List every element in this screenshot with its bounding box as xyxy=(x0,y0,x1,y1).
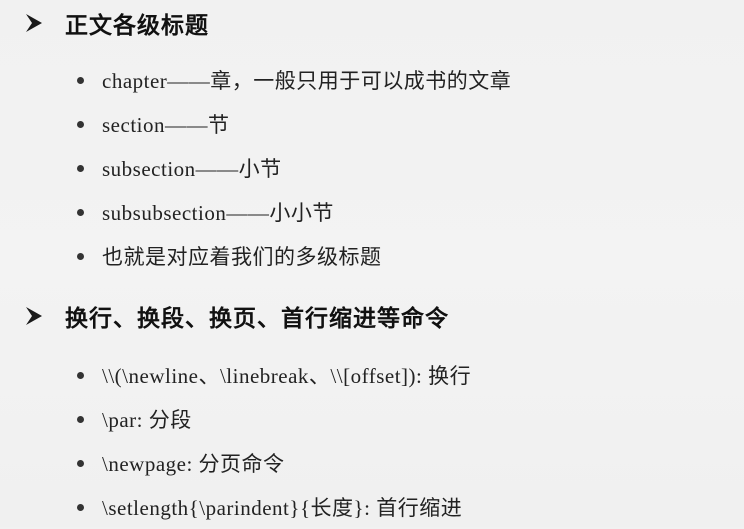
list-item-text: subsection——小节 xyxy=(102,157,282,181)
round-bullet-icon xyxy=(77,164,84,172)
section-title: 正文各级标题 xyxy=(65,13,209,39)
round-bullet-icon xyxy=(77,371,84,379)
round-bullet-icon xyxy=(77,252,84,260)
list-item-text: \\(\newline、\linebreak、\\[offset]): 换行 xyxy=(102,364,472,388)
list-item-text: \newpage: 分页命令 xyxy=(102,452,285,476)
list-item-text: \par: 分段 xyxy=(102,408,192,432)
round-bullet-icon xyxy=(77,503,84,511)
list-item-text: section——节 xyxy=(102,113,230,137)
list-item: \setlength{\parindent}{长度}: 首行缩进 xyxy=(77,485,471,529)
round-bullet-icon xyxy=(77,76,84,84)
slide: 正文各级标题 chapter——章，一般只用于可以成书的文章 section——… xyxy=(0,0,744,527)
section-heading-1: 正文各级标题 xyxy=(25,5,209,41)
list-item-text: \setlength{\parindent}{长度}: 首行缩进 xyxy=(102,496,463,520)
list-item: \\(\newline、\linebreak、\\[offset]): 换行 xyxy=(77,353,471,397)
section-1-list: chapter——章，一般只用于可以成书的文章 section——节 subse… xyxy=(77,58,511,278)
round-bullet-icon xyxy=(77,120,84,128)
section-2-list: \\(\newline、\linebreak、\\[offset]): 换行 \… xyxy=(77,353,471,529)
arrowhead-bullet-icon xyxy=(26,307,42,325)
list-item: \newpage: 分页命令 xyxy=(77,441,471,485)
round-bullet-icon xyxy=(77,208,84,216)
list-item: section——节 xyxy=(77,102,511,146)
round-bullet-icon xyxy=(77,459,84,467)
list-item: chapter——章，一般只用于可以成书的文章 xyxy=(77,58,511,102)
arrowhead-bullet-icon xyxy=(26,14,42,32)
list-item-text: subsubsection——小小节 xyxy=(102,201,334,225)
list-item: 也就是对应着我们的多级标题 xyxy=(77,234,511,278)
list-item-text: 也就是对应着我们的多级标题 xyxy=(102,245,382,269)
list-item: \par: 分段 xyxy=(77,397,471,441)
section-title: 换行、换段、换页、首行缩进等命令 xyxy=(65,306,449,332)
list-item: subsubsection——小小节 xyxy=(77,190,511,234)
list-item: subsection——小节 xyxy=(77,146,511,190)
round-bullet-icon xyxy=(77,415,84,423)
list-item-text: chapter——章，一般只用于可以成书的文章 xyxy=(102,69,512,93)
section-heading-2: 换行、换段、换页、首行缩进等命令 xyxy=(25,298,449,334)
